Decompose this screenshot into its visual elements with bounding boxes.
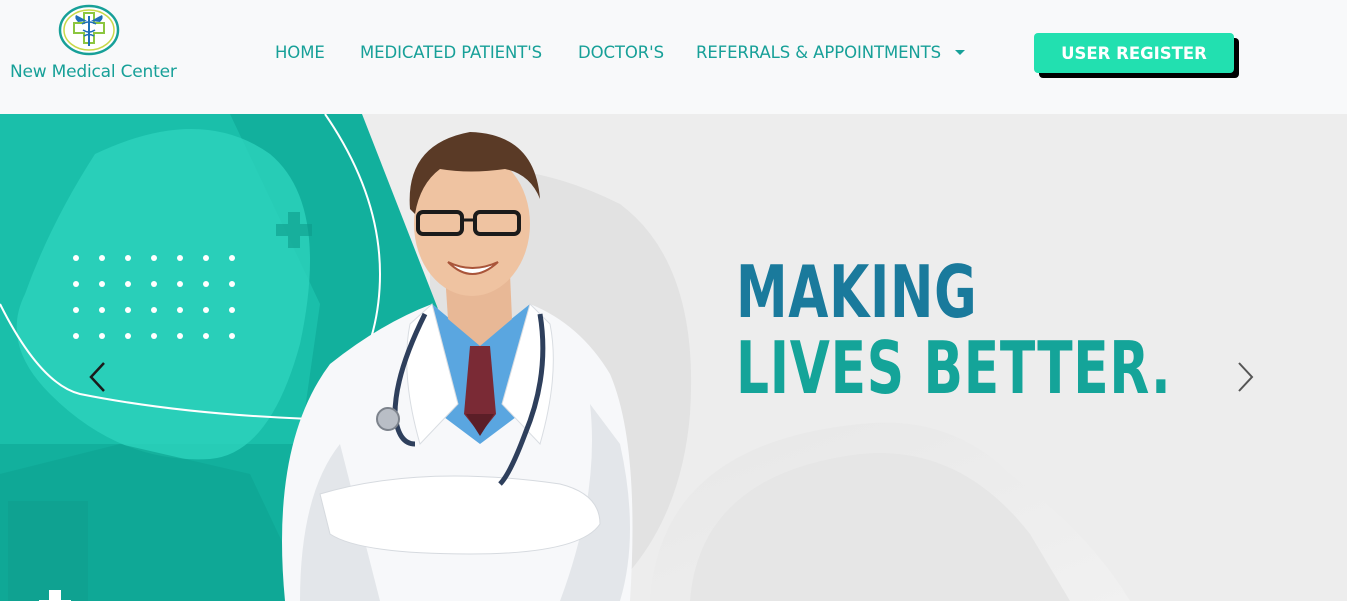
carousel-prev-button[interactable] — [84, 360, 112, 394]
nav-item-home[interactable]: HOME — [275, 43, 325, 62]
user-register-button[interactable]: USER REGISTER — [1034, 33, 1234, 73]
nav-item-doctors[interactable]: DOCTOR'S — [578, 43, 664, 62]
brand-name: New Medical Center — [10, 62, 177, 82]
hero-carousel: MAKING LIVES BETTER. — [0, 114, 1347, 601]
headline-line-2: LIVES BETTER. — [736, 326, 1172, 410]
top-navbar: New Medical Center HOME MEDICATED PATIEN… — [0, 0, 1347, 114]
headline-line-1: MAKING — [736, 250, 978, 334]
brand-link[interactable]: New Medical Center — [8, 4, 198, 84]
chevron-right-icon — [1238, 362, 1254, 392]
dropdown-caret-icon[interactable] — [955, 50, 965, 55]
nav-item-referrals-appointments[interactable]: REFERRALS & APPOINTMENTS — [696, 43, 941, 62]
nav-item-medicated-patients[interactable]: MEDICATED PATIENT'S — [360, 43, 542, 62]
caduceus-cross-icon — [58, 4, 120, 56]
chevron-left-icon — [89, 362, 105, 392]
carousel-next-button[interactable] — [1231, 360, 1259, 394]
